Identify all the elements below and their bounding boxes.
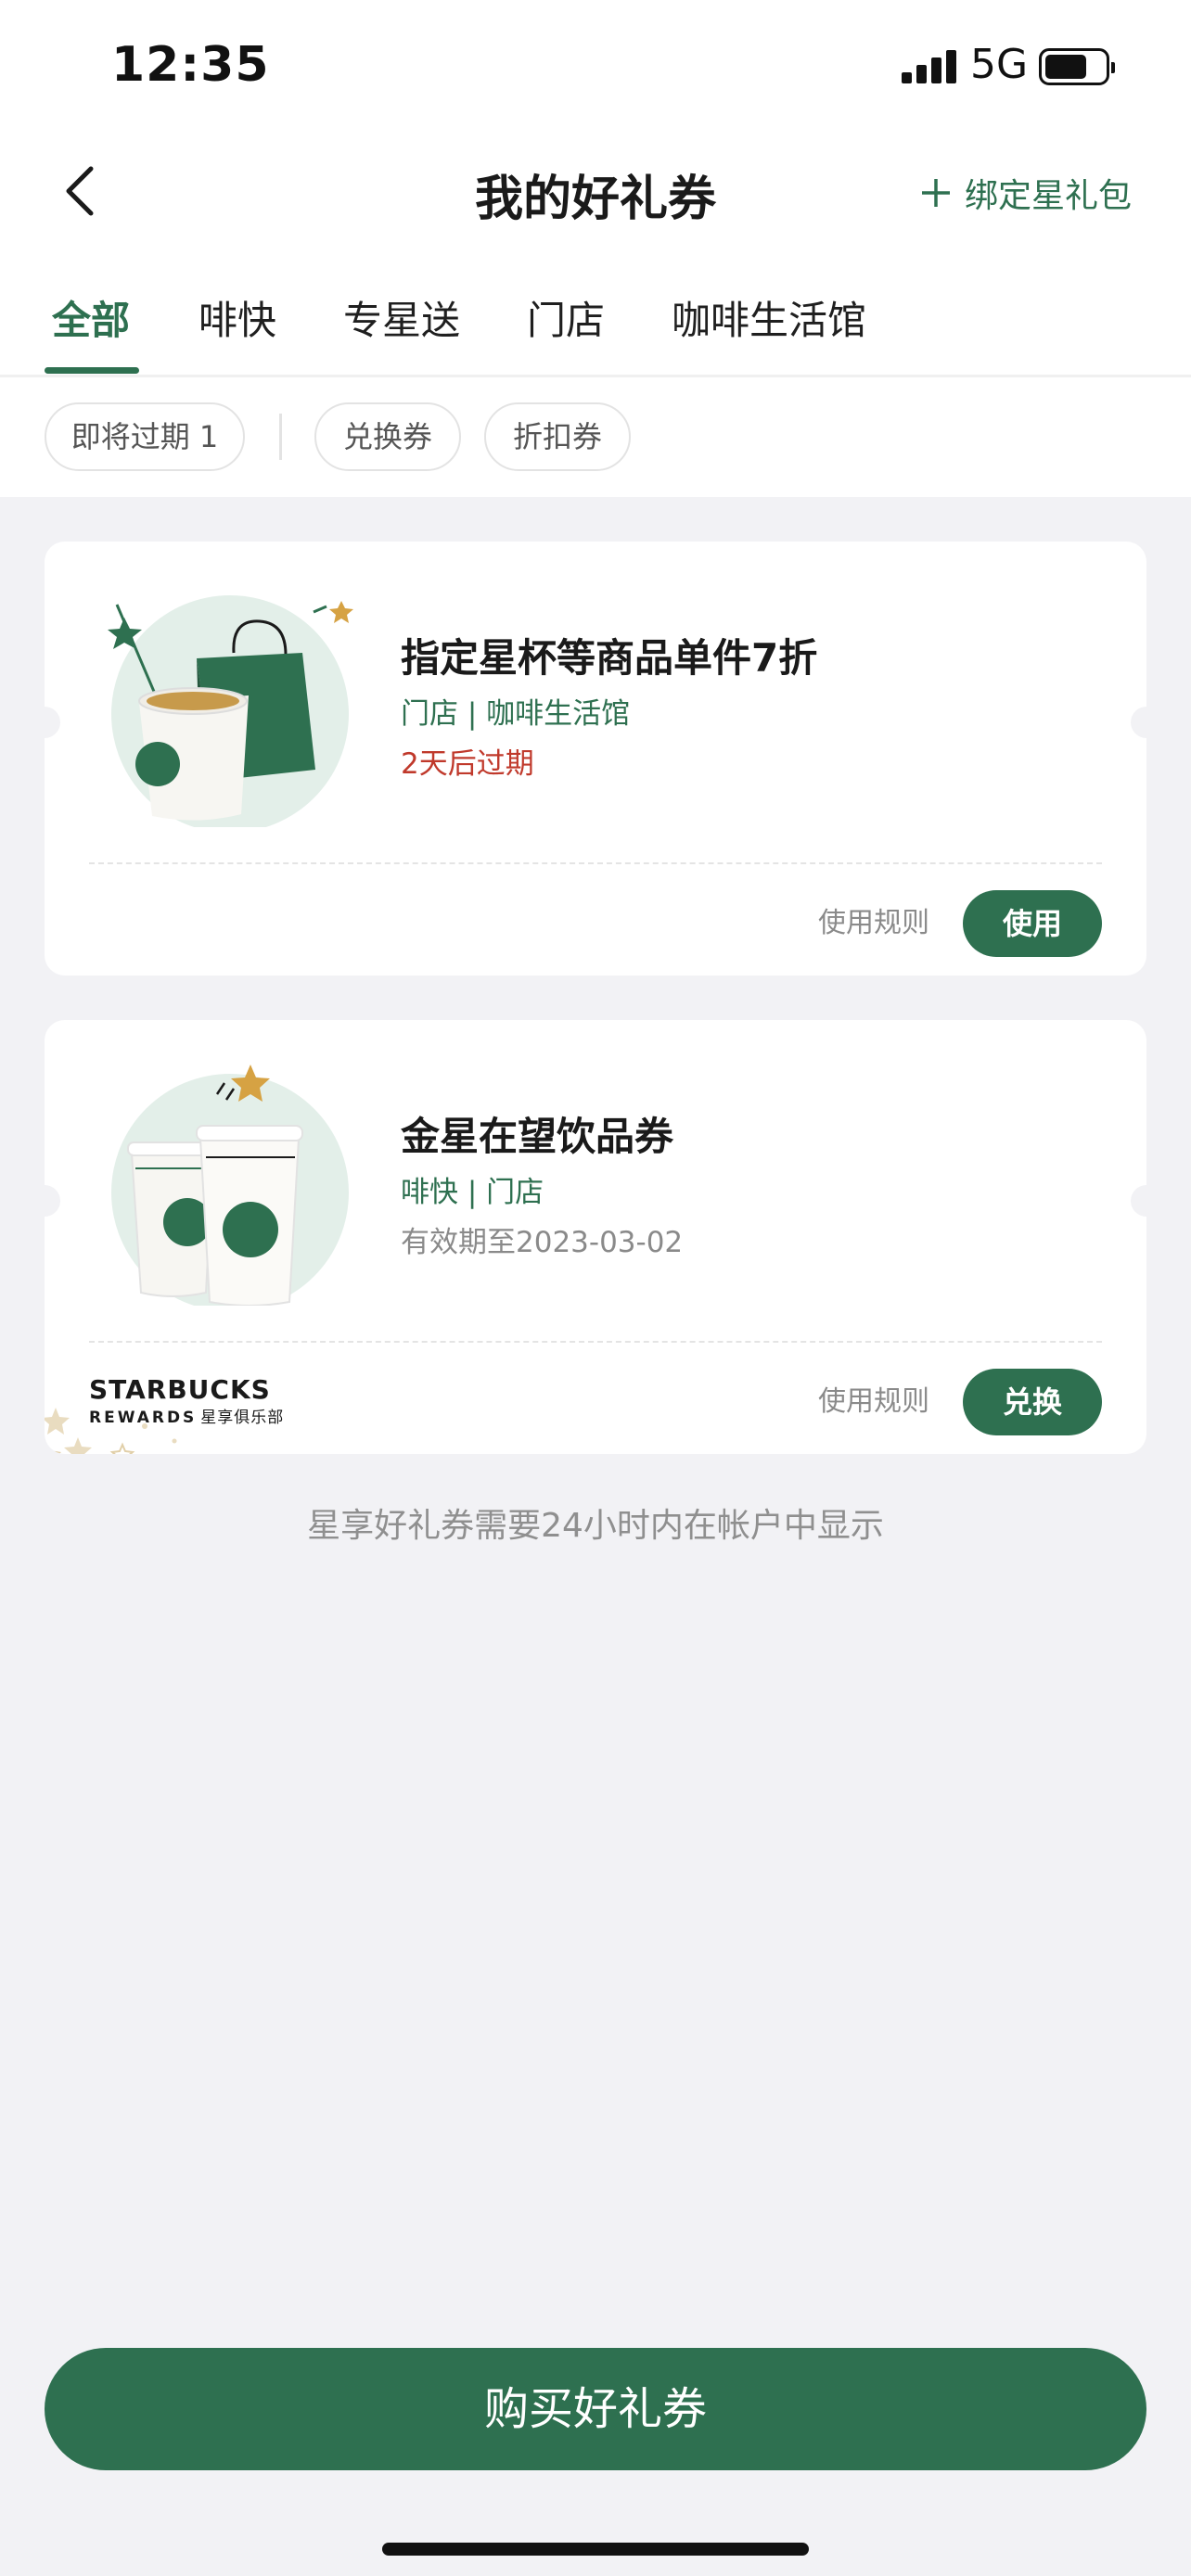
bind-gift-pack-button[interactable]: 绑定星礼包 <box>920 169 1132 217</box>
tab-coffee-house[interactable]: 咖啡生活馆 <box>672 289 866 346</box>
card-divider <box>89 1341 1102 1343</box>
coupon-card[interactable]: 指定星杯等商品单件7折 门店 | 咖啡生活馆 2天后过期 使用规则 使用 <box>45 542 1146 976</box>
tabs-divider <box>0 375 1191 377</box>
tab-all[interactable]: 全部 <box>52 289 130 346</box>
ticket-notch <box>1131 707 1146 738</box>
buy-gift-coupon-button[interactable]: 购买好礼券 <box>45 2348 1146 2470</box>
category-tabs: 全部 啡快 专星送 门店 咖啡生活馆 <box>0 278 1191 378</box>
coupon-expiry: 有效期至2023-03-02 <box>401 1226 684 1259</box>
card-divider <box>89 862 1102 864</box>
filter-discount-chip[interactable]: 折扣券 <box>484 402 631 471</box>
tab-delivery[interactable]: 专星送 <box>343 289 460 346</box>
cup-and-bag-illustration <box>108 595 353 827</box>
ticket-notch <box>45 1185 60 1217</box>
tab-fast[interactable]: 啡快 <box>198 289 276 346</box>
bind-gift-pack-label: 绑定星礼包 <box>965 177 1133 215</box>
coupon-card[interactable]: 金星在望饮品券 啡快 | 门店 有效期至2023-03-02 STARBUCKS… <box>45 1020 1146 1454</box>
coupon-title: 指定星杯等商品单件7折 <box>401 635 818 681</box>
redeem-coupon-button[interactable]: 兑换 <box>963 1369 1102 1435</box>
coupon-display-note: 星享好礼券需要24小时内在帐户中显示 <box>307 1507 884 1545</box>
rewards-wordmark: REWARDS 星享俱乐部 <box>89 1409 285 1427</box>
filter-exchange-chip[interactable]: 兑换券 <box>314 402 461 471</box>
network-type: 5G <box>970 41 1029 88</box>
battery-icon <box>1039 48 1115 85</box>
usage-rules-link[interactable]: 使用规则 <box>818 1369 929 1435</box>
active-tab-indicator <box>45 367 139 374</box>
usage-rules-link[interactable]: 使用规则 <box>818 890 929 957</box>
starbucks-wordmark: STARBUCKS <box>89 1374 271 1405</box>
ticket-notch <box>45 707 60 738</box>
filter-expiring-chip[interactable]: 即将过期 1 <box>45 402 245 471</box>
ticket-notch <box>1131 1185 1146 1217</box>
tab-store[interactable]: 门店 <box>527 289 605 346</box>
home-indicator <box>382 2543 809 2556</box>
filter-divider <box>279 414 282 460</box>
use-coupon-button[interactable]: 使用 <box>963 890 1102 957</box>
coupon-channels: 门店 | 咖啡生活馆 <box>401 697 631 731</box>
plus-icon <box>922 179 950 207</box>
coupon-expiry: 2天后过期 <box>401 747 534 781</box>
two-cups-illustration <box>111 1065 349 1306</box>
status-time: 12:35 <box>111 37 270 93</box>
coupon-channels: 啡快 | 门店 <box>401 1176 544 1209</box>
coupon-title: 金星在望饮品券 <box>401 1114 674 1159</box>
signal-icon <box>902 50 957 83</box>
